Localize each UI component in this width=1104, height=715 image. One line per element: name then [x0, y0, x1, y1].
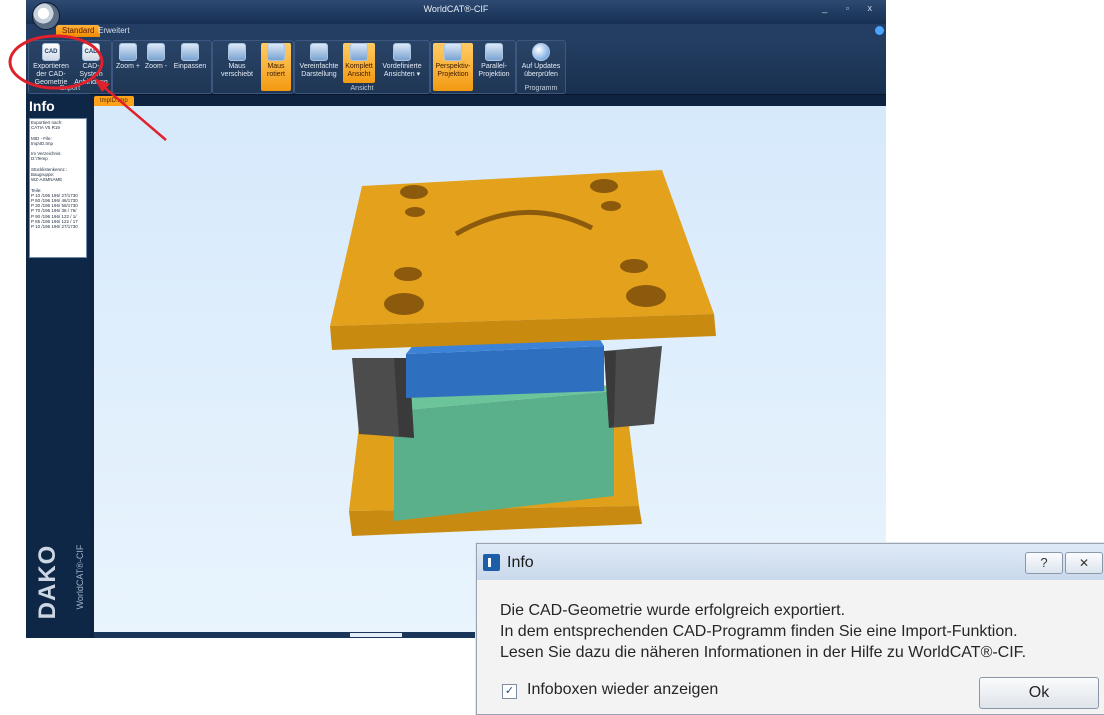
blue-block	[406, 346, 604, 398]
hole	[400, 185, 428, 199]
ribbon-group-zoom: Zoom + Zoom - Einpassen	[112, 40, 212, 94]
hole	[384, 293, 424, 315]
app-logo-icon[interactable]	[32, 2, 60, 30]
show-infoboxes-checkbox[interactable]: ✓	[502, 684, 517, 699]
parallel-projection-button[interactable]: Parallel-Projektion	[475, 43, 513, 79]
help-button[interactable]: ?	[1025, 552, 1063, 574]
message-line: In dem entsprechenden CAD-Programm finde…	[500, 623, 1018, 640]
fit-icon	[181, 43, 199, 61]
ribbon-group-label: Export	[59, 85, 81, 92]
info-panel-title: Info	[29, 98, 55, 114]
ribbon-group-program: Auf Updates überprüfen Programm	[516, 40, 566, 94]
app-icon	[483, 554, 500, 571]
ribbon-group-label: Programm	[524, 85, 558, 92]
help-icon[interactable]	[875, 26, 884, 35]
full-view-icon	[350, 43, 368, 61]
perspective-projection-button[interactable]: Perspektiv-Projektion	[433, 43, 473, 91]
rotate-icon	[267, 43, 285, 61]
hole	[620, 259, 648, 273]
hole	[590, 179, 618, 193]
ribbon-group-label: Ansicht	[350, 85, 374, 92]
dialog-title: Info	[507, 554, 534, 571]
zoom-in-button[interactable]: Zoom +	[115, 43, 141, 71]
dialog-message: Die CAD-Geometrie wurde erfolgreich expo…	[500, 600, 1026, 663]
parallel-icon	[485, 43, 503, 61]
zoom-out-button[interactable]: Zoom -	[143, 43, 169, 71]
update-globe-icon	[532, 43, 550, 61]
close-button[interactable]: ✕	[1065, 552, 1103, 574]
message-line: Lesen Sie dazu die näheren Informationen…	[500, 644, 1027, 661]
ribbon-group-view: Vereinfachte Darstellung Komplett Ansich…	[294, 40, 430, 94]
cad-export-icon: CAD	[42, 43, 60, 61]
info-panel: Info Exportiert nach: CATIA V5 R19 MID - …	[26, 94, 90, 638]
info-dialog: Info ? ✕ Die CAD-Geometrie wurde erfolgr…	[476, 543, 1104, 715]
message-line: Die CAD-Geometrie wurde erfolgreich expo…	[500, 602, 846, 619]
tab-erweitert[interactable]: Erweitert	[92, 25, 136, 37]
hole	[626, 285, 666, 307]
hole	[394, 267, 422, 281]
ribbon-group-export: CAD Exportieren der CAD-Geometrie CAD CA…	[28, 40, 112, 94]
zoom-out-icon	[147, 43, 165, 61]
brand-name: DAKO	[34, 544, 61, 620]
product-name: WorldCAT®-CIF	[75, 544, 85, 610]
full-view-button[interactable]: Komplett Ansicht	[343, 43, 375, 83]
cad-link-button[interactable]: CAD CAD-System Anbindung	[73, 43, 109, 87]
info-line: P 10 /196 196/ 27/1730	[31, 224, 78, 230]
ribbon-group-mouse: Maus verschiebt Maus rotiert	[212, 40, 294, 94]
info-details: Exportiert nach: CATIA V5 R19 MID - File:…	[29, 118, 87, 258]
checkbox-label[interactable]: Infoboxen wieder anzeigen	[527, 681, 718, 699]
predefined-views-icon	[393, 43, 411, 61]
bottom-plate-front	[349, 506, 642, 536]
dialog-title-bar: Info ? ✕	[477, 544, 1104, 580]
ribbon-group-projection: Perspektiv-Projektion Parallel-Projektio…	[430, 40, 516, 94]
simplified-view-icon	[310, 43, 328, 61]
app-title: WorldCAT®-CIF	[423, 4, 489, 14]
zoom-in-icon	[119, 43, 137, 61]
simplified-view-button[interactable]: Vereinfachte Darstellung	[297, 43, 341, 79]
perspective-icon	[444, 43, 462, 61]
ribbon-tabs: Standard Erweitert	[26, 24, 886, 38]
ribbon: CAD Exportieren der CAD-Geometrie CAD CA…	[26, 38, 886, 95]
predefined-views-button[interactable]: Vordefinierte Ansichten ▾	[377, 43, 427, 79]
scrollbar-thumb[interactable]	[350, 633, 402, 637]
brand-logo: DAKO WorldCAT®-CIF	[28, 534, 88, 634]
mouse-pan-button[interactable]: Maus verschiebt	[215, 43, 259, 79]
hole	[601, 201, 621, 211]
pan-icon	[228, 43, 246, 61]
window-controls[interactable]: _ ▫ x	[822, 3, 880, 13]
export-cad-button[interactable]: CAD Exportieren der CAD-Geometrie	[31, 43, 71, 87]
fit-button[interactable]: Einpassen	[171, 43, 209, 71]
ok-button[interactable]: Ok	[979, 677, 1099, 709]
check-updates-button[interactable]: Auf Updates überprüfen	[519, 43, 563, 79]
mouse-rotate-button[interactable]: Maus rotiert	[261, 43, 291, 91]
hole	[405, 207, 425, 217]
title-bar: WorldCAT®-CIF _ ▫ x	[26, 0, 886, 24]
document-tab[interactable]: tmpID.tmp	[94, 96, 134, 106]
cad-link-icon: CAD	[82, 43, 100, 61]
